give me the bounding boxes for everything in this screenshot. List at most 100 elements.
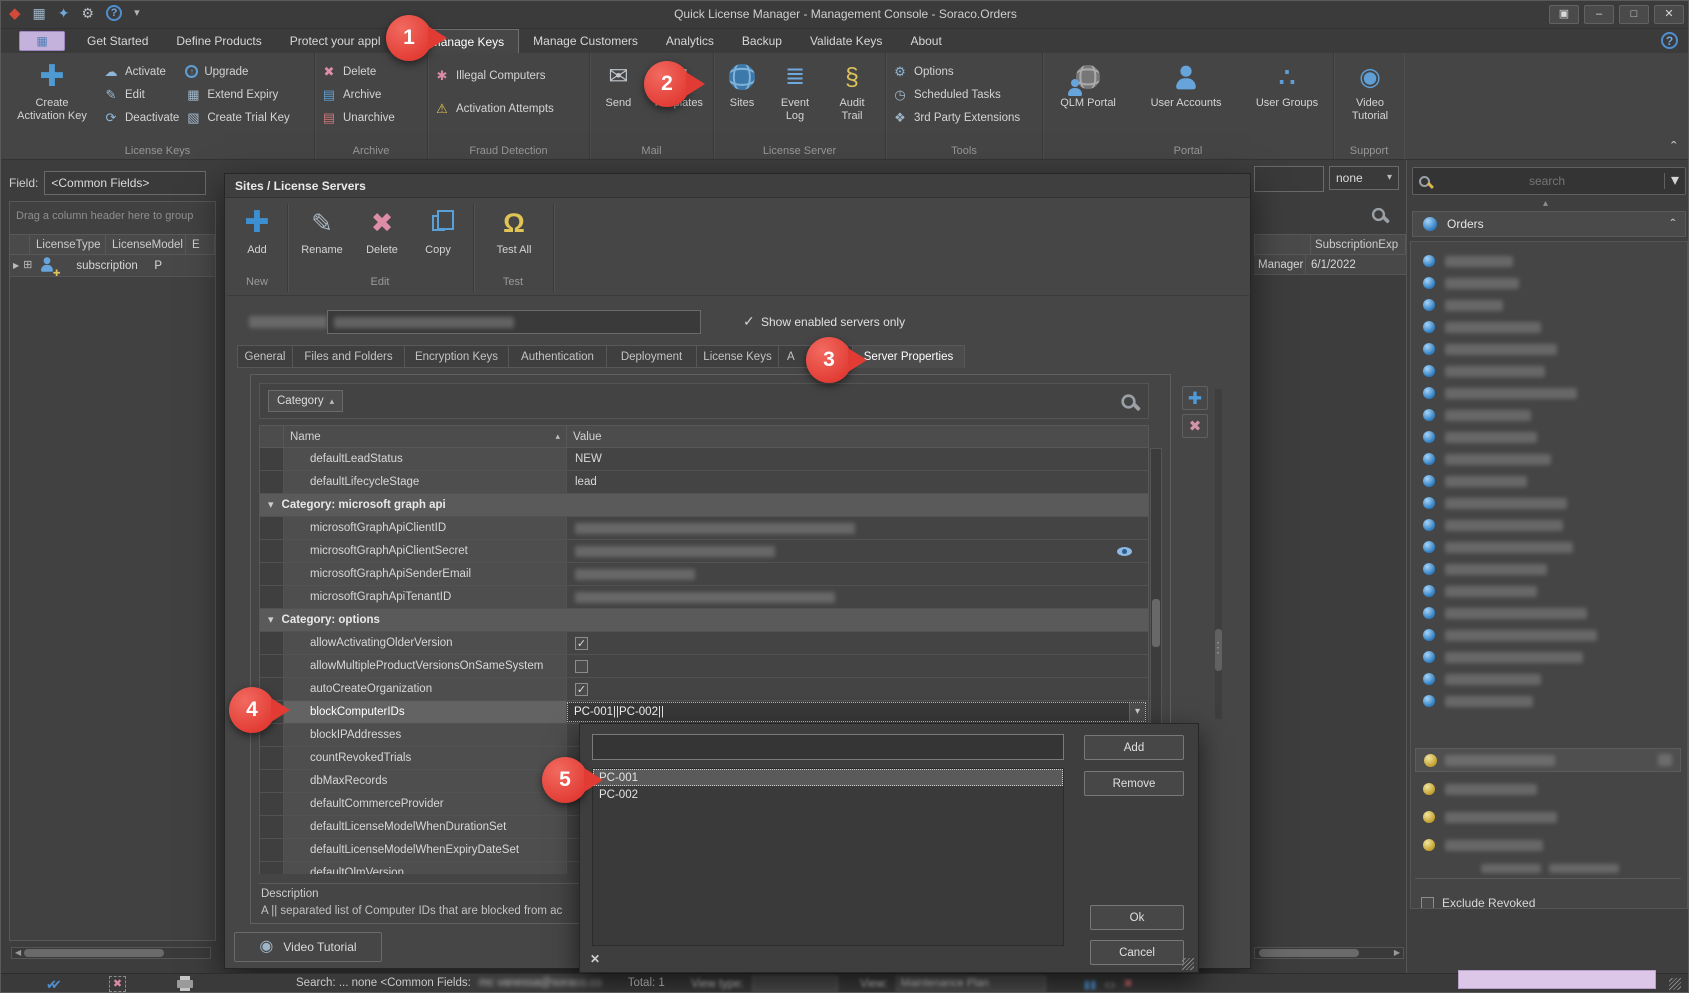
list-item[interactable] [1423,364,1545,378]
ribbon-collapse-icon[interactable] [1671,140,1676,155]
property-row[interactable]: defaultLeadStatusNEW [260,448,1148,471]
send-button[interactable]: Send [596,57,641,141]
list-item[interactable] [1423,342,1557,356]
popup-cancel-button[interactable]: Cancel [1090,940,1184,965]
pager[interactable] [1481,864,1619,873]
license-grid-row[interactable]: subscription P [10,255,215,277]
list-item[interactable] [1423,430,1537,444]
scroll-right-icon[interactable] [1394,949,1400,957]
splitter-handle-icon[interactable] [1211,640,1225,654]
tab-backup[interactable]: Backup [728,29,796,53]
checkbox-icon[interactable] [575,660,588,673]
tab-files-and-folders[interactable]: Files and Folders [293,345,405,368]
add-property-button[interactable] [1182,386,1208,410]
event-log-button[interactable]: Event Log [770,57,820,141]
row-expand-icon[interactable] [13,262,19,270]
middle-grid-row[interactable]: Manager 6/1/2022 [1254,255,1406,275]
third-party-extensions-button[interactable]: 3rd Party Extensions [892,109,1038,126]
popup-new-item-input[interactable] [592,734,1064,760]
tab-about[interactable]: About [896,29,955,53]
list-item[interactable] [1423,408,1531,422]
list-item[interactable] [1423,320,1541,334]
property-category-row[interactable]: Category: microsoft graph api [260,494,1148,517]
list-item[interactable] [1423,584,1537,598]
upgrade-button[interactable]: Upgrade [185,63,289,80]
tab-license-keys[interactable]: License Keys [697,345,779,368]
dialog-scrollbar[interactable] [1215,389,1222,719]
edit-button[interactable]: Edit [103,86,179,103]
scroll-left-icon[interactable] [15,949,21,957]
column-license-type[interactable]: LicenseType [30,235,106,254]
popup-item-list[interactable]: PC-001PC-002 [592,768,1064,946]
list-item[interactable] [1423,474,1527,488]
list-item[interactable]: PC-002 [593,786,1063,803]
print-icon[interactable] [177,979,193,991]
audit-trail-button[interactable]: Audit Trail [826,57,878,141]
dialog-video-tutorial-button[interactable]: Video Tutorial [234,932,382,962]
unarchive-button[interactable]: Unarchive [321,109,423,126]
sites-button[interactable]: Sites [720,57,764,141]
create-trial-key-button[interactable]: Create Trial Key [185,109,289,126]
property-value[interactable] [567,632,1148,654]
deactivate-button[interactable]: Deactivate [103,109,179,126]
popup-ok-button[interactable]: Ok [1090,905,1184,930]
popup-remove-button[interactable]: Remove [1084,771,1184,796]
popup-resize-grip[interactable] [1182,958,1194,970]
property-row[interactable]: allowMultipleProductVersionsOnSameSystem [260,655,1148,678]
list-item[interactable] [1423,838,1543,852]
list-item[interactable] [1423,782,1537,796]
sidebar-search-input[interactable] [1438,173,1656,189]
section-collapse-icon[interactable] [1670,217,1675,231]
add-server-button[interactable]: Add [231,206,283,272]
list-item[interactable]: PC-001 [593,769,1063,786]
copy-server-button[interactable]: Copy [413,206,463,272]
list-item[interactable] [1423,810,1557,824]
left-horizontal-scrollbar[interactable] [11,947,211,959]
minimize-button[interactable] [1584,5,1614,24]
filter-exclude-revoked[interactable]: Exclude Revoked [1421,896,1535,909]
tab-general[interactable]: General [237,345,293,368]
list-item[interactable] [1423,672,1541,686]
column-license-model[interactable]: LicenseModel [106,235,186,254]
view-type-combobox[interactable] [752,976,838,992]
list-item[interactable] [1423,496,1567,510]
server-combobox[interactable] [327,310,701,334]
view-combobox[interactable]: Maintenance Plan [896,976,1046,992]
property-row[interactable]: blockComputerIDsPC-001||PC-002|| [260,701,1148,724]
list-item[interactable] [1423,452,1551,466]
users-status-icon[interactable] [1123,978,1133,991]
list-item[interactable] [1423,694,1533,708]
show-enabled-check-icon[interactable] [743,314,755,328]
list-item[interactable] [1423,628,1597,642]
create-activation-key-button[interactable]: Create Activation Key [7,57,97,141]
property-value[interactable] [567,655,1148,677]
delete-server-button[interactable]: Delete [355,206,409,272]
activate-button[interactable]: Activate [103,63,179,80]
archived-section-header[interactable] [1415,748,1681,772]
property-row[interactable]: defaultLifecycleStagelead [260,471,1148,494]
middle-filter-combobox[interactable]: none [1329,166,1399,190]
grid-search-icon[interactable] [1123,394,1134,412]
delete-button[interactable]: Delete [321,63,423,80]
list-item[interactable] [1423,606,1587,620]
tab-analytics[interactable]: Analytics [652,29,728,53]
list-item[interactable] [1423,518,1563,532]
list-item[interactable] [1423,254,1513,268]
ribbon-help-icon[interactable]: ? [1661,32,1678,49]
property-value[interactable]: PC-001||PC-002|| [567,701,1148,723]
property-category-row[interactable]: Category: options [260,609,1148,632]
tab-manage-customers[interactable]: Manage Customers [519,29,652,53]
property-value[interactable] [567,563,1148,585]
expand-plus-icon[interactable] [23,260,32,271]
tab-validate-keys[interactable]: Validate Keys [796,29,897,53]
chart-icon[interactable]: ▮▮ [1084,977,1097,991]
list-item[interactable] [1423,540,1573,554]
archive-button[interactable]: Archive [321,86,423,103]
options-button[interactable]: Options [892,63,1038,80]
scrollbar-thumb[interactable] [1152,599,1160,647]
tab-encryption-keys[interactable]: Encryption Keys [405,345,509,368]
search-dropdown-icon[interactable] [1664,173,1679,189]
field-combobox[interactable]: <Common Fields> [44,171,206,195]
tab-deployment[interactable]: Deployment [607,345,697,368]
list-item[interactable] [1423,298,1503,312]
